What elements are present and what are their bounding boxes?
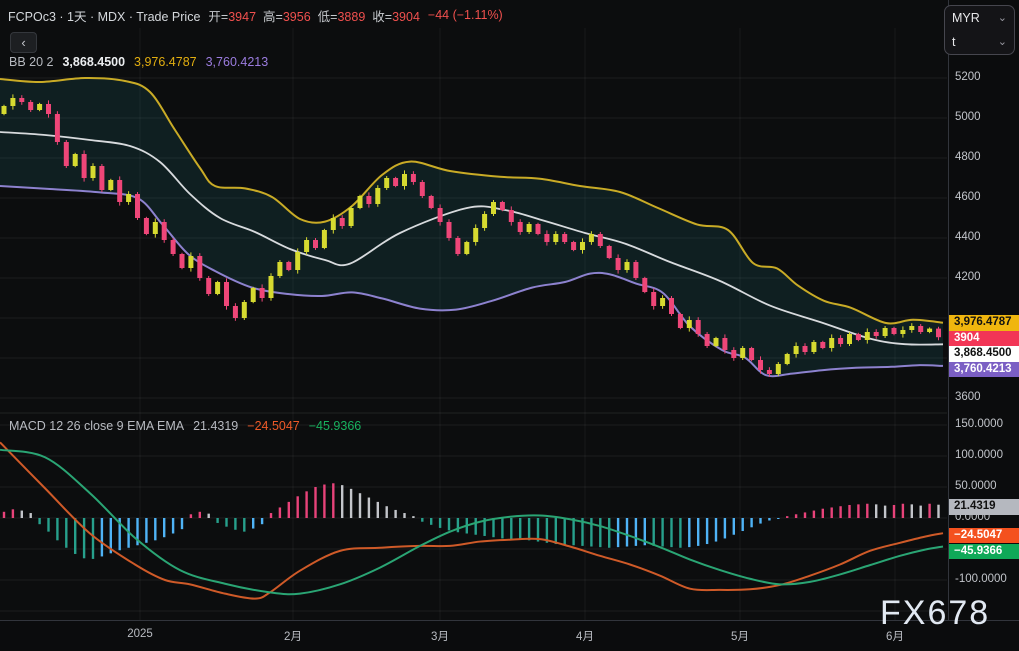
ohlc-label: 低= [317,9,338,24]
ohlc-value: 3889 [337,9,366,24]
bb-title: BB 20 2 [9,55,54,69]
macd-signal-chip: −45.9366 [949,543,1019,559]
change-value: −44 (−1.11%) [427,8,503,22]
price-axis[interactable]: 5200 5000 4800 4600 4400 4200 3600 150.0000 100.… [948,0,1019,620]
ohlc-value: 3947 [228,9,257,24]
time-label: 2025 [127,628,153,640]
unit-value: t [952,35,956,49]
bb-basis-value: 3,868.4500 [62,55,126,69]
macd-tick: 50.0000 [955,480,997,492]
price-tick: 5000 [955,111,981,123]
macd-hist-value: 21.4319 [193,419,239,433]
price-tick: 3600 [955,391,981,403]
chevron-down-icon: ⌄ [997,12,1007,24]
price-tick: 4200 [955,271,981,283]
bb-lower-chip: 3,760.4213 [949,361,1019,377]
time-axis[interactable]: 2025 2月 3月 4月 5月 6月 [0,620,1019,651]
macd-tick: 100.0000 [955,449,1003,461]
trading-chart-app: FCPOc3 · 1天 · MDX · Trade Price 开=3947 高=… [0,0,1019,651]
time-label: 4月 [576,631,594,643]
time-label: 2月 [284,631,302,643]
symbol-title: FCPOc3 · 1天 · MDX · Trade Price [8,9,201,24]
ohlc-value: 3956 [282,9,311,24]
time-label: 5月 [731,631,749,643]
back-button[interactable]: ‹ [10,32,37,53]
price-tick: 4800 [955,151,981,163]
price-tick: 4600 [955,191,981,203]
symbol-selectors: MYR ⌄ t ⌄ [944,5,1015,55]
macd-hist-chip: 21.4319 [949,499,1019,515]
bb-upper-value: 3,976.4787 [134,55,197,69]
macd-line-chip: −24.5047 [949,527,1019,543]
unit-select[interactable]: t ⌄ [945,30,1014,54]
macd-tick: -100.0000 [955,573,1007,585]
price-tick: 5200 [955,71,981,83]
time-label: 3月 [431,631,449,643]
ohlc-values: 开=3947 高=3956 低=3889 收=3904 [208,6,420,25]
currency-value: MYR [952,11,980,25]
ohlc-label: 开= [208,9,229,24]
currency-select[interactable]: MYR ⌄ [945,6,1014,30]
chevron-left-icon: ‹ [21,35,26,50]
price-tick: 4400 [955,231,981,243]
macd-title: MACD 12 26 close 9 EMA EMA [9,419,185,433]
chevron-down-icon: ⌄ [997,36,1007,48]
macd-line-value: −24.5047 [247,419,300,433]
macd-signal-value: −45.9366 [308,419,362,433]
bb-upper-chip: 3,976.4787 [949,315,1019,331]
chart-canvas[interactable] [0,0,1019,651]
last-price-chip: 3904 [949,330,1019,346]
bb-legend: BB 20 2 3,868.4500 3,976.4787 3,760.4213 [9,55,268,69]
bb-lower-value: 3,760.4213 [205,55,269,69]
bb-basis-chip: 3,868.4500 [949,346,1019,362]
ohlc-label: 收= [372,9,393,24]
ohlc-label: 高= [263,9,283,24]
macd-legend: MACD 12 26 close 9 EMA EMA 21.4319 −24.5… [9,419,361,433]
macd-tick: 150.0000 [955,418,1003,430]
chart-legend-bar: FCPOc3 · 1天 · MDX · Trade Price 开=3947 高=… [8,6,503,24]
watermark: FX678 [880,594,991,632]
ohlc-value: 3904 [392,9,420,24]
